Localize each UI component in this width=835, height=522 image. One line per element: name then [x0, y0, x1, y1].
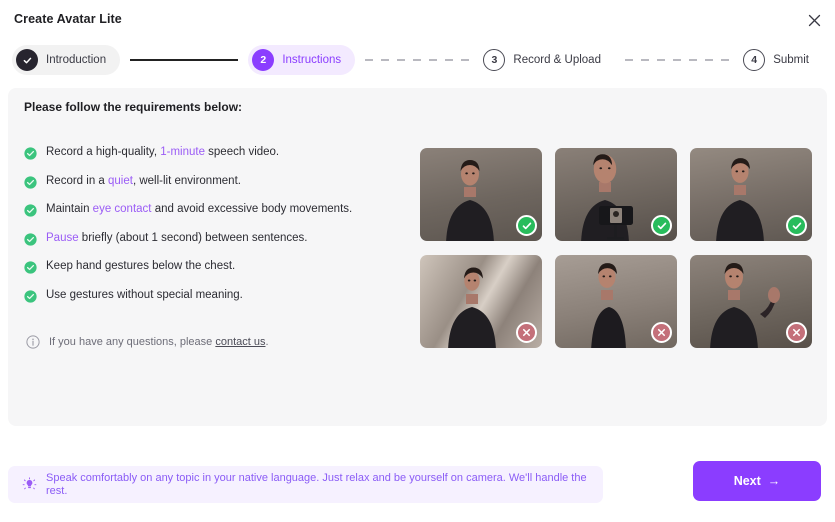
step-1-check-icon: [16, 49, 38, 71]
requirement-plain: Maintain: [46, 203, 93, 215]
wizard-stepper: Introduction 2 Instructions 3 Record & U…: [0, 40, 835, 80]
step-instructions[interactable]: 2 Instructions: [248, 45, 356, 75]
create-avatar-dialog: Create Avatar Lite Introduction 2 Instru…: [0, 0, 835, 522]
check-circle-icon: [24, 147, 37, 160]
dialog-footer: Speak comfortably on any topic in your n…: [0, 455, 835, 522]
requirement-highlight: Pause: [46, 231, 79, 244]
requirements-list: Record a high-quality, 1-minute speech v…: [24, 146, 414, 317]
approved-check-icon: [516, 215, 537, 236]
info-icon: [26, 335, 40, 349]
example-image-grid: [420, 148, 812, 348]
requirement-plain: and avoid excessive body movements.: [151, 203, 353, 215]
example-good-front-facing: [420, 148, 542, 241]
check-circle-icon: [24, 261, 37, 274]
lightbulb-icon: [22, 477, 37, 492]
next-button[interactable]: Next →: [693, 461, 821, 501]
tip-text: Speak comfortably on any topic in your n…: [46, 471, 587, 497]
requirement-text: Maintain eye contact and avoid excessive…: [46, 203, 352, 216]
requirement-item: Keep hand gestures below the chest.: [24, 260, 414, 274]
requirement-text: Use gestures without special meaning.: [46, 289, 243, 302]
instructions-card: Please follow the requirements below: Re…: [8, 88, 827, 426]
rejected-x-icon: [786, 322, 807, 343]
requirements-heading: Please follow the requirements below:: [24, 100, 243, 114]
contact-note-suffix: .: [265, 336, 269, 348]
example-bad-harsh-shadows: [420, 255, 542, 348]
requirement-text: Keep hand gestures below the chest.: [46, 260, 235, 273]
requirement-item: Record a high-quality, 1-minute speech v…: [24, 146, 414, 160]
requirement-highlight: eye contact: [92, 203, 152, 215]
contact-note: If you have any questions, please contac…: [26, 335, 269, 349]
requirement-item: Record in a quiet, well-lit environment.: [24, 175, 414, 189]
requirement-plain: Record in a: [46, 174, 109, 187]
requirement-item: Pause briefly (about 1 second) between s…: [24, 232, 414, 246]
step-3-number: 3: [483, 49, 506, 71]
step-introduction[interactable]: Introduction: [12, 45, 121, 75]
requirement-item: Maintain eye contact and avoid excessive…: [24, 203, 414, 217]
step-1-label: Introduction: [46, 54, 107, 66]
requirement-plain: Use gestures without special meaning.: [46, 288, 243, 301]
requirement-plain: speech video.: [204, 146, 280, 158]
requirement-highlight: 1-minute: [160, 146, 205, 158]
requirement-plain: briefly (about 1 second) between sentenc…: [78, 231, 308, 244]
requirement-plain: Record a high-quality,: [46, 146, 161, 158]
approved-check-icon: [651, 215, 672, 236]
example-good-phone-framing: [555, 148, 677, 241]
step-4-number: 4: [743, 49, 766, 71]
requirement-plain: Keep hand gestures below the chest.: [46, 260, 236, 272]
contact-us-link[interactable]: contact us: [215, 336, 265, 348]
check-circle-icon: [24, 175, 37, 189]
example-bad-side-profile: [555, 255, 677, 348]
arrow-right-icon: →: [767, 474, 781, 488]
next-button-label: Next: [733, 474, 761, 488]
requirement-item: Use gestures without special meaning.: [24, 289, 414, 303]
check-circle-icon: [24, 204, 37, 217]
step-4-label: Submit: [773, 54, 809, 66]
step-record-upload[interactable]: 3 Record & Upload: [483, 45, 615, 75]
requirement-plain: , well-lit environment.: [132, 174, 241, 187]
step-3-label: Record & Upload: [513, 54, 601, 66]
requirement-text: Record in a quiet, well-lit environment.: [46, 175, 241, 188]
connector-2-3: [365, 59, 474, 61]
requirement-text: Record a high-quality, 1-minute speech v…: [46, 146, 279, 159]
step-submit[interactable]: 4 Submit: [743, 45, 823, 75]
example-bad-hand-above-chest: [690, 255, 812, 348]
step-2-label: Instructions: [282, 54, 342, 66]
close-icon[interactable]: [803, 9, 825, 31]
step-2-number: 2: [252, 49, 275, 71]
connector-3-4: [624, 59, 734, 61]
example-good-hands-clasped: [690, 148, 812, 241]
rejected-x-icon: [516, 322, 537, 343]
contact-note-prefix: If you have any questions, please: [49, 336, 216, 348]
approved-check-icon: [786, 215, 807, 236]
requirement-highlight: quiet: [108, 174, 133, 187]
check-circle-icon: [24, 289, 37, 303]
connector-1-2: [130, 59, 239, 61]
rejected-x-icon: [651, 322, 672, 343]
contact-note-text: If you have any questions, please contac…: [49, 336, 269, 348]
tip-banner: Speak comfortably on any topic in your n…: [8, 466, 603, 503]
requirement-text: Pause briefly (about 1 second) between s…: [46, 232, 307, 245]
dialog-header: Create Avatar Lite: [0, 0, 835, 38]
page-title: Create Avatar Lite: [14, 12, 122, 26]
check-circle-icon: [24, 232, 37, 246]
